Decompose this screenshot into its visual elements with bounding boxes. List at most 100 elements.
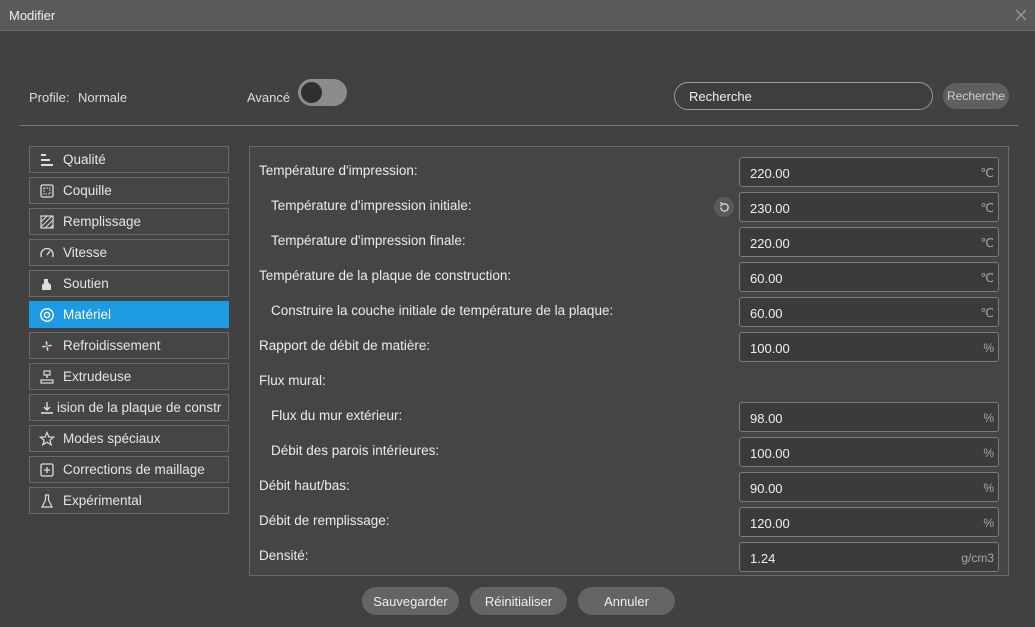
setting-value-field[interactable]: 100.00% [739, 332, 999, 362]
setting-value-field[interactable]: 60.00 ℃ [739, 262, 999, 292]
search-button[interactable]: Recherche [943, 83, 1009, 109]
setting-row: Construire la couche initiale de tempéra… [250, 294, 1008, 329]
setting-row: Flux du mur extérieur: 98.00% [250, 399, 1008, 434]
setting-row: Température d'impression initiale: 230.00… [250, 189, 1008, 224]
sidebar-item-label: Corrections de maillage [63, 462, 205, 477]
setting-unit: ℃ [980, 166, 994, 180]
setting-value: 120.00 [750, 516, 790, 531]
setting-value: 220.00 [750, 166, 790, 181]
infill-icon [39, 214, 55, 230]
sidebar-item-7[interactable]: Refroidissement [29, 332, 229, 359]
setting-unit: ℃ [980, 201, 994, 215]
toggle-knob [301, 82, 322, 103]
setting-value: 220.00 [750, 236, 790, 251]
setting-unit: % [983, 481, 994, 495]
sidebar-item-4[interactable]: Vitesse [29, 239, 229, 266]
fan-icon [39, 338, 55, 354]
setting-label: Température d'impression: [259, 163, 418, 178]
material-icon [39, 307, 55, 323]
sidebar-item-9[interactable]: ision de la plaque de constr [29, 394, 229, 421]
setting-label: Débit de remplissage: [259, 513, 390, 528]
shell-icon [39, 183, 55, 199]
window-title: Modifier [9, 8, 56, 23]
setting-row: Rapport de débit de matière: 100.00% [250, 329, 1008, 364]
setting-value: 60.00 [750, 271, 783, 286]
setting-value: 100.00 [750, 446, 790, 461]
support-icon [39, 276, 55, 292]
quality-icon [39, 152, 55, 168]
setting-value: 230.00 [750, 201, 790, 216]
setting-row: Débit des parois intérieures: 100.00% [250, 434, 1008, 469]
title-bar: Modifier [0, 0, 1035, 31]
sidebar-item-6[interactable]: Matériel [29, 301, 229, 328]
sidebar-item-label: Soutien [63, 276, 109, 291]
sidebar-item-label: Coquille [63, 183, 112, 198]
sidebar-item-10[interactable]: Modes spéciaux [29, 425, 229, 452]
sidebar-item-label: Modes spéciaux [63, 431, 161, 446]
search-input[interactable] [674, 82, 933, 110]
setting-row: Température d'impression: 220.00 ℃ [250, 154, 1008, 189]
setting-row: Densité: 1.24 g/cm3 [250, 539, 1008, 574]
sidebar-item-label: Remplissage [63, 214, 142, 229]
reset-button[interactable]: Réinitialiser [470, 587, 567, 615]
reset-value-icon[interactable] [714, 197, 734, 217]
setting-unit: % [983, 411, 994, 425]
header-divider [20, 125, 1018, 126]
setting-value-field[interactable]: 230.00 ℃ [739, 192, 999, 222]
advanced-label: Avancé [247, 90, 291, 105]
sidebar-item-label: Refroidissement [63, 338, 161, 353]
sidebar-item-1[interactable]: Qualité [29, 146, 229, 173]
setting-value: 1.24 [750, 551, 776, 566]
sidebar-item-3[interactable]: Remplissage [29, 208, 229, 235]
sidebar-item-label: Vitesse [63, 245, 108, 260]
speed-icon [39, 245, 55, 261]
sidebar-item-label: Matériel [63, 307, 112, 322]
sidebar-item-8[interactable]: Extrudeuse [29, 363, 229, 390]
setting-unit: % [983, 341, 994, 355]
sidebar-item-label: Qualité [63, 152, 106, 167]
setting-label: Rapport de débit de matière: [259, 338, 431, 353]
setting-value-field[interactable]: 120.00% [739, 507, 999, 537]
profile-value: Normale [78, 90, 128, 105]
mesh-fix-icon [39, 462, 55, 478]
bed-adhesion-icon [39, 400, 55, 416]
setting-value-field[interactable]: 100.00% [739, 437, 999, 467]
setting-value-field[interactable]: 60.00 ℃ [739, 297, 999, 327]
setting-value-field[interactable]: 220.00 ℃ [739, 157, 999, 187]
setting-value-field[interactable]: 98.00% [739, 402, 999, 432]
modifier-dialog: Modifier Profile: Normale Avancé Recherc… [0, 0, 1035, 627]
sidebar-item-5[interactable]: Soutien [29, 270, 229, 297]
setting-row: Température de la plaque de construction… [250, 259, 1008, 294]
close-icon[interactable] [1013, 6, 1029, 24]
setting-label: Température d'impression finale: [271, 233, 466, 248]
setting-value-field[interactable]: 1.24 g/cm3 [739, 542, 999, 572]
setting-value-field[interactable]: 90.00% [739, 472, 999, 502]
save-button[interactable]: Sauvegarder [362, 587, 459, 615]
setting-unit: ℃ [980, 271, 994, 285]
setting-unit: ℃ [980, 306, 994, 320]
advanced-toggle[interactable] [298, 79, 347, 106]
setting-row: Débit de remplissage: 120.00% [250, 504, 1008, 539]
setting-label: Flux du mur extérieur: [271, 408, 403, 423]
sidebar-item-2[interactable]: Coquille [29, 177, 229, 204]
sidebar-item-11[interactable]: Corrections de maillage [29, 456, 229, 483]
setting-label: Débit des parois intérieures: [271, 443, 440, 458]
setting-label: Construire la couche initiale de tempéra… [271, 303, 614, 318]
setting-row: Température d'impression finale: 220.00 ℃ [250, 224, 1008, 259]
sidebar-item-label: Extrudeuse [63, 369, 132, 384]
setting-label: Flux mural: [259, 373, 326, 388]
setting-row: Débit haut/bas: 90.00% [250, 469, 1008, 504]
setting-unit: g/cm3 [961, 551, 994, 565]
cancel-button[interactable]: Annuler [578, 587, 675, 615]
setting-row: Flux mural: [250, 364, 1008, 399]
settings-panel: Température d'impression: 220.00 ℃ Températ… [249, 146, 1009, 576]
setting-value: 98.00 [750, 411, 783, 426]
setting-value-field[interactable]: 220.00 ℃ [739, 227, 999, 257]
setting-label: Densité: [259, 548, 309, 563]
setting-unit: % [983, 446, 994, 460]
flask-icon [39, 493, 55, 509]
setting-value: 90.00 [750, 481, 783, 496]
setting-unit: ℃ [980, 236, 994, 250]
sidebar-item-12[interactable]: Expérimental [29, 487, 229, 514]
setting-unit: % [983, 516, 994, 530]
